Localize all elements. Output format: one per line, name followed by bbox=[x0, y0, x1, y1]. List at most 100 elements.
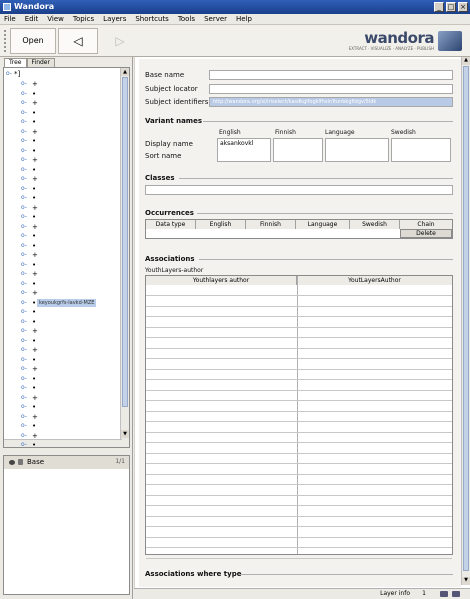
classes-field[interactable] bbox=[145, 185, 453, 195]
tree-node[interactable]: o- • keyoukgrfs-lavkd-MZE bbox=[4, 298, 122, 307]
tree-scroll-thumb[interactable] bbox=[122, 77, 128, 407]
tree-key-icon: o- bbox=[21, 336, 27, 344]
table-row bbox=[146, 526, 452, 527]
menubar: File Edit View Topics Layers Shortcuts T… bbox=[0, 14, 470, 25]
tree-node[interactable]: o- • bbox=[4, 109, 122, 117]
tree-node[interactable]: o- + bbox=[4, 80, 122, 88]
tree-node[interactable]: o- • bbox=[4, 118, 122, 126]
scroll-down-arrow-icon[interactable]: ▼ bbox=[121, 430, 129, 438]
menu-view[interactable]: View bbox=[47, 14, 64, 24]
occ-col[interactable]: English bbox=[196, 220, 246, 229]
tree-node[interactable]: o- • bbox=[4, 232, 122, 240]
menu-shortcuts[interactable]: Shortcuts bbox=[135, 14, 168, 24]
occ-col[interactable]: Language bbox=[296, 220, 350, 229]
tree-node[interactable]: o- + bbox=[4, 156, 122, 164]
menu-layers[interactable]: Layers bbox=[103, 14, 126, 24]
tree-node[interactable]: o- + bbox=[4, 99, 122, 107]
scroll-up-arrow-icon[interactable]: ▲ bbox=[462, 57, 470, 65]
tree-node[interactable]: o- • bbox=[4, 384, 122, 392]
topic-tree[interactable]: o- *] ▲ ▼ o- + o- • o- + o- • o- • o- + o- • o- • o- + o- •… bbox=[3, 67, 130, 448]
tree-node[interactable]: o- • bbox=[4, 185, 122, 193]
tree-node-bullet: • bbox=[32, 422, 37, 430]
tree-node-bullet: + bbox=[32, 412, 38, 421]
tree-node-bullet: • bbox=[32, 146, 37, 155]
tree-node[interactable]: o- • bbox=[4, 318, 122, 326]
tree-node[interactable]: o- • bbox=[4, 422, 122, 430]
topic-vscrollbar[interactable]: ▲ ▼ bbox=[461, 57, 470, 585]
base-name-field[interactable] bbox=[209, 70, 453, 80]
occ-col[interactable]: Finnish bbox=[246, 220, 296, 229]
menu-topics[interactable]: Topics bbox=[73, 14, 94, 24]
tree-node[interactable]: o- + bbox=[4, 432, 122, 440]
tree-node-bullet: • bbox=[32, 108, 37, 117]
variant-finnish-field[interactable] bbox=[273, 138, 323, 162]
layer-row[interactable]: Base 1/1 bbox=[4, 456, 129, 469]
tree-node[interactable]: o- • bbox=[4, 166, 122, 174]
tree-node-bullet: + bbox=[32, 393, 38, 402]
variant-english-field[interactable]: aksankovkl bbox=[217, 138, 271, 162]
associations-title: Associations bbox=[145, 255, 195, 263]
status-icon[interactable] bbox=[440, 591, 448, 597]
subject-identifier-value[interactable]: http://wandora.org/si/iriselect/kasdkglf… bbox=[213, 99, 376, 105]
open-button[interactable]: Open bbox=[10, 28, 56, 54]
tab-tree[interactable]: Tree bbox=[4, 58, 27, 67]
tree-node[interactable]: o- • bbox=[4, 280, 122, 288]
tab-finder[interactable]: Finder bbox=[26, 58, 55, 67]
maximize-button[interactable]: □ bbox=[446, 2, 456, 12]
tree-node[interactable]: o- + bbox=[4, 394, 122, 402]
tree-node[interactable]: o- + bbox=[4, 251, 122, 259]
scroll-up-arrow-icon[interactable]: ▲ bbox=[121, 68, 129, 76]
variant-language-field[interactable] bbox=[325, 138, 389, 162]
toolbar-grip[interactable] bbox=[3, 29, 7, 53]
tree-node[interactable]: o- + bbox=[4, 289, 122, 297]
tree-node[interactable]: o- + bbox=[4, 327, 122, 335]
status-icon[interactable] bbox=[452, 591, 460, 597]
eye-icon[interactable] bbox=[9, 460, 15, 465]
subject-locator-field[interactable] bbox=[209, 84, 453, 94]
menu-file[interactable]: File bbox=[4, 14, 16, 24]
tree-selected-label[interactable]: keyoukgrfs-lavkd-MZE bbox=[37, 298, 97, 307]
variant-swedish-field[interactable] bbox=[391, 138, 451, 162]
tree-node[interactable]: o- + bbox=[4, 223, 122, 231]
forward-button[interactable]: ▷ bbox=[100, 28, 140, 54]
close-button[interactable]: × bbox=[458, 2, 468, 12]
tree-node[interactable]: o- • bbox=[4, 441, 122, 448]
assoc-col[interactable]: Youthlayers author bbox=[146, 276, 297, 285]
tree-node[interactable]: o- • bbox=[4, 337, 122, 345]
menu-edit[interactable]: Edit bbox=[25, 14, 39, 24]
tree-node[interactable]: o- • bbox=[4, 261, 122, 269]
tree-node[interactable]: o- • bbox=[4, 147, 122, 155]
tree-node[interactable]: o- • bbox=[4, 375, 122, 383]
tree-node[interactable]: o- + bbox=[4, 204, 122, 212]
tree-node[interactable]: o- + bbox=[4, 346, 122, 354]
tree-node[interactable]: o- • bbox=[4, 356, 122, 364]
back-button[interactable]: ◁ bbox=[58, 28, 98, 54]
tree-node[interactable]: o- • bbox=[4, 213, 122, 221]
delete-button[interactable]: Delete bbox=[400, 229, 452, 238]
assoc-col[interactable]: YoutLayersAuthor bbox=[297, 276, 452, 285]
occ-col[interactable]: Chain bbox=[400, 220, 452, 229]
scroll-down-arrow-icon[interactable]: ▼ bbox=[462, 577, 470, 585]
tree-node-bullet: • bbox=[32, 441, 37, 448]
minimize-button[interactable]: _ bbox=[434, 2, 444, 12]
menu-help[interactable]: Help bbox=[236, 14, 252, 24]
tree-node[interactable]: o- + bbox=[4, 413, 122, 421]
tree-node[interactable]: o- + bbox=[4, 175, 122, 183]
occ-col[interactable]: Swedish bbox=[350, 220, 400, 229]
lock-icon[interactable] bbox=[18, 459, 23, 465]
tree-node[interactable]: o- • bbox=[4, 194, 122, 202]
tree-node[interactable]: o- • bbox=[4, 308, 122, 316]
menu-tools[interactable]: Tools bbox=[178, 14, 195, 24]
tree-node[interactable]: o- • bbox=[4, 90, 122, 98]
tree-root[interactable]: o- *] bbox=[4, 70, 122, 78]
tree-node[interactable]: o- • bbox=[4, 137, 122, 145]
topic-scroll-thumb[interactable] bbox=[463, 66, 469, 571]
subject-identifiers-field[interactable]: http://wandora.org/si/iriselect/kasdkglf… bbox=[209, 97, 453, 107]
tree-node[interactable]: o- + bbox=[4, 270, 122, 278]
tree-node[interactable]: o- • bbox=[4, 242, 122, 250]
tree-node[interactable]: o- • bbox=[4, 403, 122, 411]
tree-node[interactable]: o- + bbox=[4, 365, 122, 373]
menu-server[interactable]: Server bbox=[204, 14, 227, 24]
tree-node[interactable]: o- + bbox=[4, 128, 122, 136]
occ-col[interactable]: Data type bbox=[146, 220, 196, 229]
